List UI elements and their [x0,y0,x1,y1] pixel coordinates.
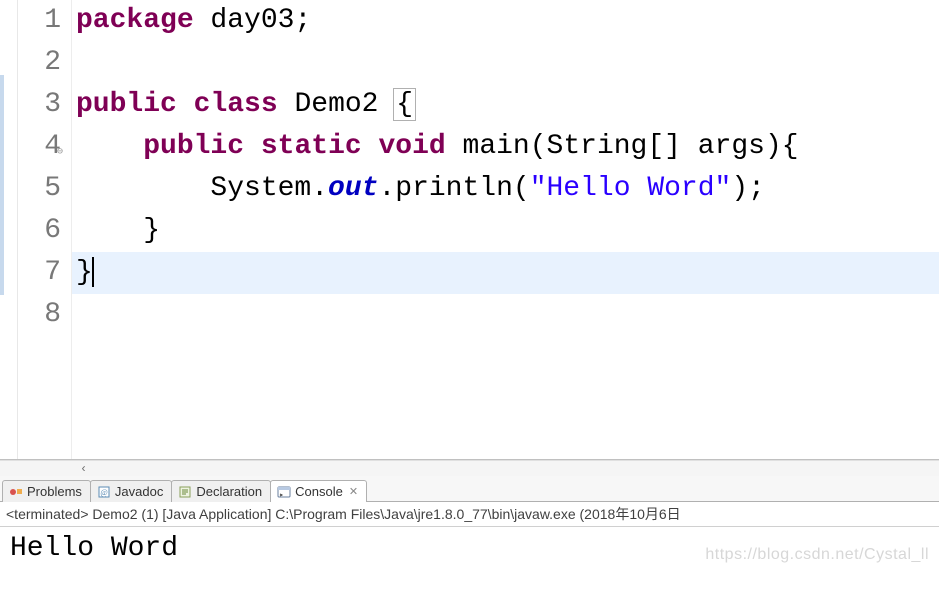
line-number: 1 [18,0,61,42]
token-plain: } [76,215,160,246]
token-box: { [393,88,416,121]
token-plain [76,131,143,162]
marker-bar [0,0,18,459]
code-line[interactable]: System.out.println("Hello Word"); [72,168,939,210]
code-line[interactable] [72,42,939,84]
line-number: 8 [18,294,61,336]
svg-text:@: @ [100,488,107,497]
tab-label: Javadoc [115,484,163,499]
change-marker [0,75,4,295]
horizontal-scrollbar[interactable]: ‹ [0,460,939,476]
token-plain [177,89,194,120]
line-number: 5 [18,168,61,210]
line-number: 2 [18,42,61,84]
code-line[interactable]: package day03; [72,0,939,42]
token-str: "Hello Word" [530,173,732,204]
console-icon [277,485,291,499]
line-number-gutter: 1234⊖5678 [18,0,72,459]
code-line[interactable]: public class Demo2 { [72,84,939,126]
line-number: 4⊖ [18,126,61,168]
code-line[interactable]: } [72,210,939,252]
token-kw: class [194,89,278,120]
token-plain [244,131,261,162]
text-caret [92,257,94,287]
token-plain: .println( [378,173,529,204]
token-plain: main(String[] args){ [446,131,799,162]
tab-problems[interactable]: Problems [2,480,91,502]
token-kw: void [379,131,446,162]
views-tab-bar: Problems @ Javadoc Declaration Console ✕ [0,476,939,502]
tab-javadoc[interactable]: @ Javadoc [90,480,172,502]
javadoc-icon: @ [97,485,111,499]
problems-icon [9,485,23,499]
token-kw: package [76,5,194,36]
token-kw: public [143,131,244,162]
console-output-text: Hello Word [10,533,178,564]
token-plain: } [76,257,93,288]
tab-label: Problems [27,484,82,499]
declaration-icon [178,485,192,499]
console-output[interactable]: Hello Word https://blog.csdn.net/Cystal_… [0,527,939,570]
watermark-text: https://blog.csdn.net/Cystal_ll [705,546,929,564]
token-kw: public [76,89,177,120]
tab-console[interactable]: Console ✕ [270,480,367,502]
code-line[interactable]: } [72,252,939,294]
token-field-static: out [328,173,378,204]
token-plain: day03; [194,5,312,36]
token-plain [362,131,379,162]
token-plain: System. [76,173,328,204]
console-process-header: <terminated> Demo2 (1) [Java Application… [0,502,939,527]
tab-label: Console [295,484,343,499]
token-plain: Demo2 [278,89,396,120]
tab-label: Declaration [196,484,262,499]
line-number: 7 [18,252,61,294]
tab-declaration[interactable]: Declaration [171,480,271,502]
token-plain: ); [731,173,765,204]
code-content[interactable]: package day03; public class Demo2 { publi… [72,0,939,459]
line-number: 3 [18,84,61,126]
line-number: 6 [18,210,61,252]
code-editor[interactable]: 1234⊖5678 package day03; public class Dem… [0,0,939,460]
token-kw: static [261,131,362,162]
code-line[interactable] [72,294,939,336]
code-line[interactable]: public static void main(String[] args){ [72,126,939,168]
close-icon[interactable]: ✕ [349,485,358,498]
scroll-left-icon[interactable]: ‹ [80,462,87,476]
